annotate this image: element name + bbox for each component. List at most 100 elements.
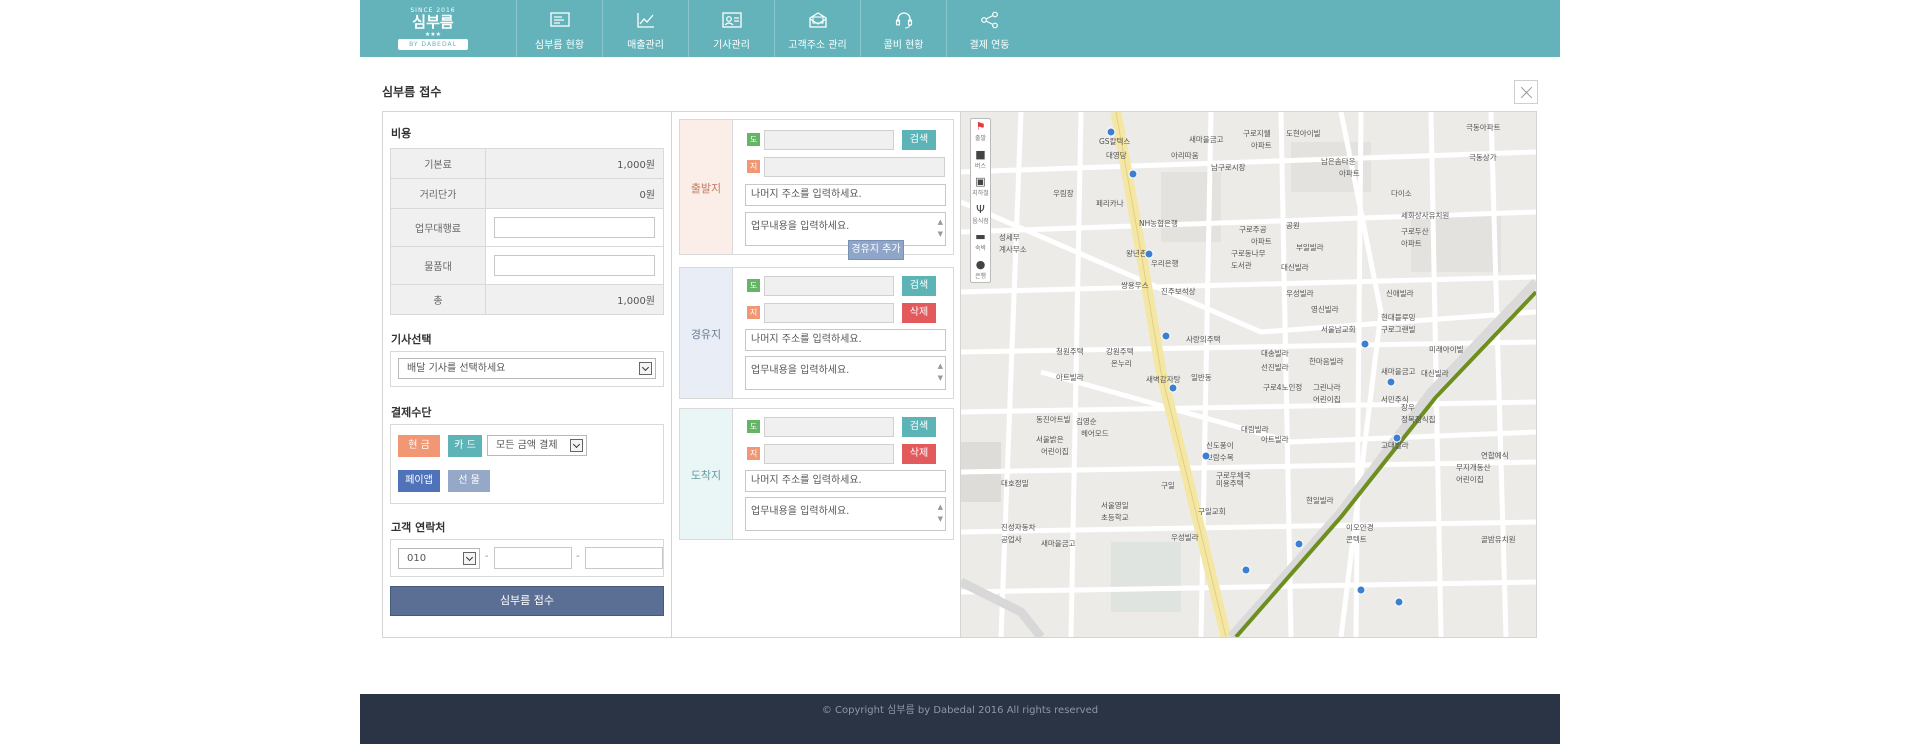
cash-button[interactable]: 현 금 (398, 435, 440, 457)
restaurant-icon: Ψ (976, 203, 985, 216)
map-place-label: 청원주택 (1056, 346, 1084, 356)
payapp-button[interactable]: 페이앱 (398, 470, 440, 492)
map-tool-label: 숙박 (974, 245, 987, 252)
map-place-label: 아파트 (1339, 168, 1360, 178)
restaurant-tool[interactable]: Ψ 음식점 (971, 203, 990, 226)
waypoint-search-button[interactable]: 검색 (902, 276, 936, 296)
bus-stop-icon[interactable] (1360, 339, 1370, 349)
driver-select-value: 배달 기사를 선택하세요 (407, 363, 506, 374)
waypoint-lot-address-input[interactable] (764, 303, 894, 323)
chevron-down-icon (639, 362, 652, 375)
nav-item-call-fee[interactable]: 콜비 현황 (860, 0, 946, 57)
bus-stop-icon[interactable] (1386, 377, 1396, 387)
agency-fee-input[interactable] (494, 217, 655, 238)
scroll-arrows-icon: ▲ ▼ (937, 503, 943, 523)
lot-tag: 지 (747, 447, 760, 460)
destination-search-button[interactable]: 검색 (902, 417, 936, 437)
waypoint-delete-button[interactable]: 삭제 (902, 303, 936, 323)
origin-detail-input[interactable]: 나머지 주소를 입력하세요. (745, 184, 946, 206)
bus-stop-icon[interactable] (1168, 383, 1178, 393)
map-place-label: 그린나라 (1313, 382, 1341, 392)
waypoint-road-address-input[interactable] (764, 276, 894, 296)
nav-item-addresses[interactable]: 고객주소 관리 (774, 0, 860, 57)
bus-stop-icon[interactable] (1161, 331, 1171, 341)
bus-tool[interactable]: ■ 버스 (971, 148, 990, 171)
waypoint-task-textarea[interactable]: 업무내용을 입력하세요. ▲ ▼ (745, 356, 946, 390)
map-place-label: 쌍용우스 (1121, 280, 1149, 290)
map-place-label: 계사무소 (999, 244, 1027, 254)
origin-lot-address-input[interactable] (764, 157, 945, 177)
goods-fee-input[interactable] (494, 255, 655, 276)
nav-item-status[interactable]: 심부름 현황 (516, 0, 602, 57)
map-place-label: 우성빌라 (1171, 533, 1199, 542)
origin-task-textarea[interactable]: 업무내용을 입력하세요. ▲ ▼ (745, 212, 946, 246)
chevron-down-icon (463, 552, 476, 565)
destination-delete-button[interactable]: 삭제 (902, 444, 936, 464)
card-option-select[interactable]: 모든 금액 결제 (487, 435, 587, 456)
province-tag: 도 (747, 420, 760, 433)
bed-icon: ▬ (975, 230, 986, 243)
map-place-label: 아파트 (1401, 238, 1422, 248)
bus-stop-icon[interactable] (1241, 565, 1251, 575)
fee-column: 비용 기본료 1,000원 거리단가 0원 업무대행료 물품대 총 1,000원… (383, 112, 672, 637)
nav-label: 고객주소 관리 (788, 40, 847, 51)
start-flag-tool[interactable]: ⚑ 출발 (971, 121, 990, 143)
bus-stop-icon[interactable] (1106, 127, 1116, 137)
add-waypoint-button[interactable]: 경유지 추가 (848, 240, 904, 260)
map-place-label: 강원주택 (1106, 346, 1134, 356)
bus-stop-icon[interactable] (1144, 249, 1154, 259)
phone-prefix-select[interactable]: 010 (398, 548, 480, 569)
gift-button[interactable]: 선 물 (448, 470, 490, 492)
bus-stop-icon[interactable] (1394, 597, 1404, 607)
map-place-label: 대송빌라 (1261, 349, 1289, 358)
map-canvas[interactable]: GS칼텍스대영당 아리따움새마을금고구로지웰아파트도현아이빌극동아파트극동상가남구… (961, 112, 1536, 637)
bank-tool[interactable]: ● 은행 (971, 259, 990, 281)
map-place-label: 골밤유치원 (1481, 534, 1516, 544)
card-button[interactable]: 카 드 (448, 435, 482, 457)
destination-road-address-input[interactable] (764, 417, 894, 437)
map-toolbar: ⚑ 출발 ■ 버스 ▣ 지하철 Ψ 음식점 ▬ 숙박 ● 은행 (970, 118, 991, 283)
page-title: 심부름 접수 (382, 85, 442, 99)
map-place-label: 구로지웰 (1243, 128, 1271, 138)
phone-last-input[interactable] (585, 547, 663, 569)
phone-middle-input[interactable] (494, 547, 572, 569)
destination-task-textarea[interactable]: 업무내용을 입력하세요. ▲ ▼ (745, 497, 946, 531)
route-map[interactable]: GS칼텍스 대영당 아리따움 새마을금고 구로지웰 아파트 도현아이빌 극동아파트 극동상가 남구… (961, 112, 1536, 637)
map-place-label: 사랑의주택 (1186, 334, 1221, 344)
errand-form-panel: 비용 기본료 1,000원 거리단가 0원 업무대행료 물품대 총 1,000원… (382, 111, 1537, 638)
app-root: SINCE 2016 심부름 ★★★ BY DABEDAL 심부름 현황 매출관… (360, 0, 1560, 744)
submit-errand-button[interactable]: 심부름 접수 (390, 586, 664, 616)
map-place-label: 대림빌라 (1241, 425, 1269, 434)
destination-label: 도착지 (690, 469, 722, 482)
origin-search-button[interactable]: 검색 (902, 130, 936, 150)
nav-item-payment-link[interactable]: 결제 연동 (946, 0, 1032, 57)
nav-label: 결제 연동 (969, 40, 1010, 51)
origin-road-address-input[interactable] (764, 130, 894, 150)
bus-stop-icon[interactable] (1356, 585, 1366, 595)
subway-tool[interactable]: ▣ 지하철 (971, 176, 990, 198)
driver-select[interactable]: 배달 기사를 선택하세요 (398, 358, 656, 379)
map-place-label: 극동상가 (1469, 152, 1497, 162)
bus-icon: ■ (975, 148, 986, 161)
agency-fee-cell (485, 208, 664, 247)
map-place-label: 아트빌라 (1056, 372, 1084, 382)
map-place-label: 헤어모드 (1081, 428, 1109, 438)
nav-item-drivers[interactable]: 기사관리 (688, 0, 774, 57)
bus-stop-icon[interactable] (1201, 451, 1211, 461)
destination-lot-address-input[interactable] (764, 444, 894, 464)
waypoint-detail-input[interactable]: 나머지 주소를 입력하세요. (745, 329, 946, 351)
map-place-label: 아리따움 (1171, 150, 1199, 160)
nav-label: 매출관리 (627, 40, 664, 51)
waypoint-block: 경유지 도 검색 지 삭제 나머지 주소를 입력하세요. 업무내용을 입력하세요… (679, 267, 954, 399)
bus-stop-icon[interactable] (1128, 169, 1138, 179)
map-place-label: 남구로시장 (1211, 162, 1246, 172)
line-chart-icon (637, 13, 654, 28)
map-place-label: 연합예식 (1481, 450, 1509, 460)
destination-detail-input[interactable]: 나머지 주소를 입력하세요. (745, 470, 946, 492)
lodging-tool[interactable]: ▬ 숙박 (971, 230, 990, 253)
close-icon[interactable] (1514, 80, 1538, 104)
nav-item-sales[interactable]: 매출관리 (602, 0, 688, 57)
bus-stop-icon[interactable] (1392, 433, 1402, 443)
brand-logo[interactable]: SINCE 2016 심부름 ★★★ BY DABEDAL (398, 5, 468, 53)
bus-stop-icon[interactable] (1294, 539, 1304, 549)
